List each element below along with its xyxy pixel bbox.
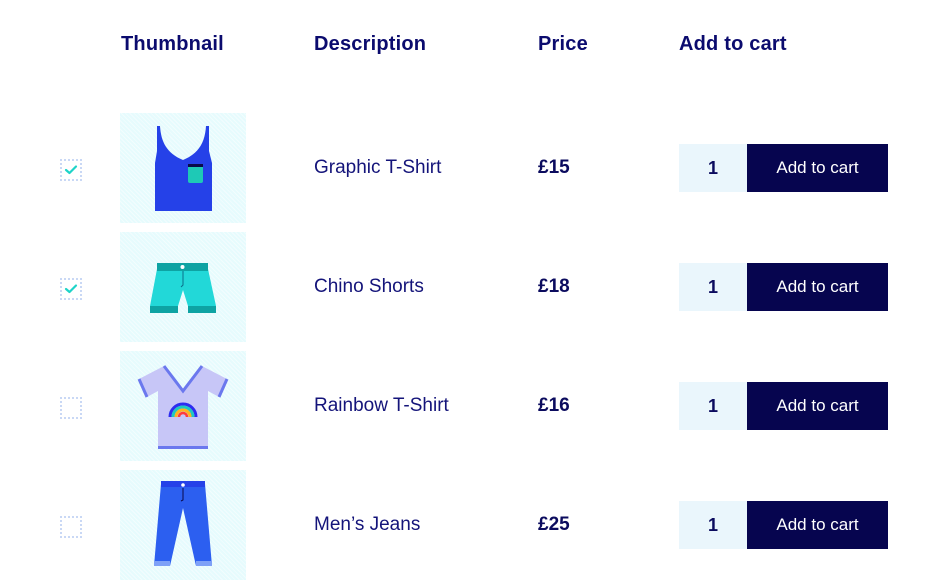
product-price: £18 [538,276,570,297]
row-checkbox[interactable] [60,278,82,300]
product-thumbnail [120,232,246,342]
jeans-icon [154,481,212,566]
quantity-input[interactable] [679,501,747,549]
table-row: Rainbow T-Shirt £16 Add to cart [0,351,951,461]
quantity-input[interactable] [679,263,747,311]
product-price: £15 [538,157,570,178]
table-row: Graphic T-Shirt £15 Add to cart [0,113,951,223]
shorts-icon [150,263,216,313]
header-add-to-cart: Add to cart [679,33,787,55]
product-price: £25 [538,514,570,535]
product-thumbnail [120,351,246,461]
rainbow-tshirt-icon [137,365,229,449]
quantity-input[interactable] [679,144,747,192]
tank-top-icon [155,126,212,211]
add-to-cart-button[interactable]: Add to cart [747,144,888,192]
product-thumbnail [120,113,246,223]
header-description: Description [314,33,427,55]
table-row: Chino Shorts £18 Add to cart [0,232,951,342]
header-thumbnail: Thumbnail [121,33,224,55]
table-row: Men’s Jeans £25 Add to cart [0,470,951,580]
row-checkbox[interactable] [60,516,82,538]
product-description: Rainbow T-Shirt [314,395,449,416]
row-checkbox[interactable] [60,397,82,419]
checkmark-icon [64,284,78,294]
product-description: Chino Shorts [314,276,424,297]
quantity-input[interactable] [679,382,747,430]
add-to-cart-button[interactable]: Add to cart [747,382,888,430]
checkmark-icon [64,165,78,175]
product-description: Men’s Jeans [314,514,421,535]
add-to-cart-button[interactable]: Add to cart [747,501,888,549]
header-price: Price [538,33,588,55]
product-description: Graphic T-Shirt [314,157,442,178]
product-price: £16 [538,395,570,416]
add-to-cart-button[interactable]: Add to cart [747,263,888,311]
product-thumbnail [120,470,246,580]
row-checkbox[interactable] [60,159,82,181]
